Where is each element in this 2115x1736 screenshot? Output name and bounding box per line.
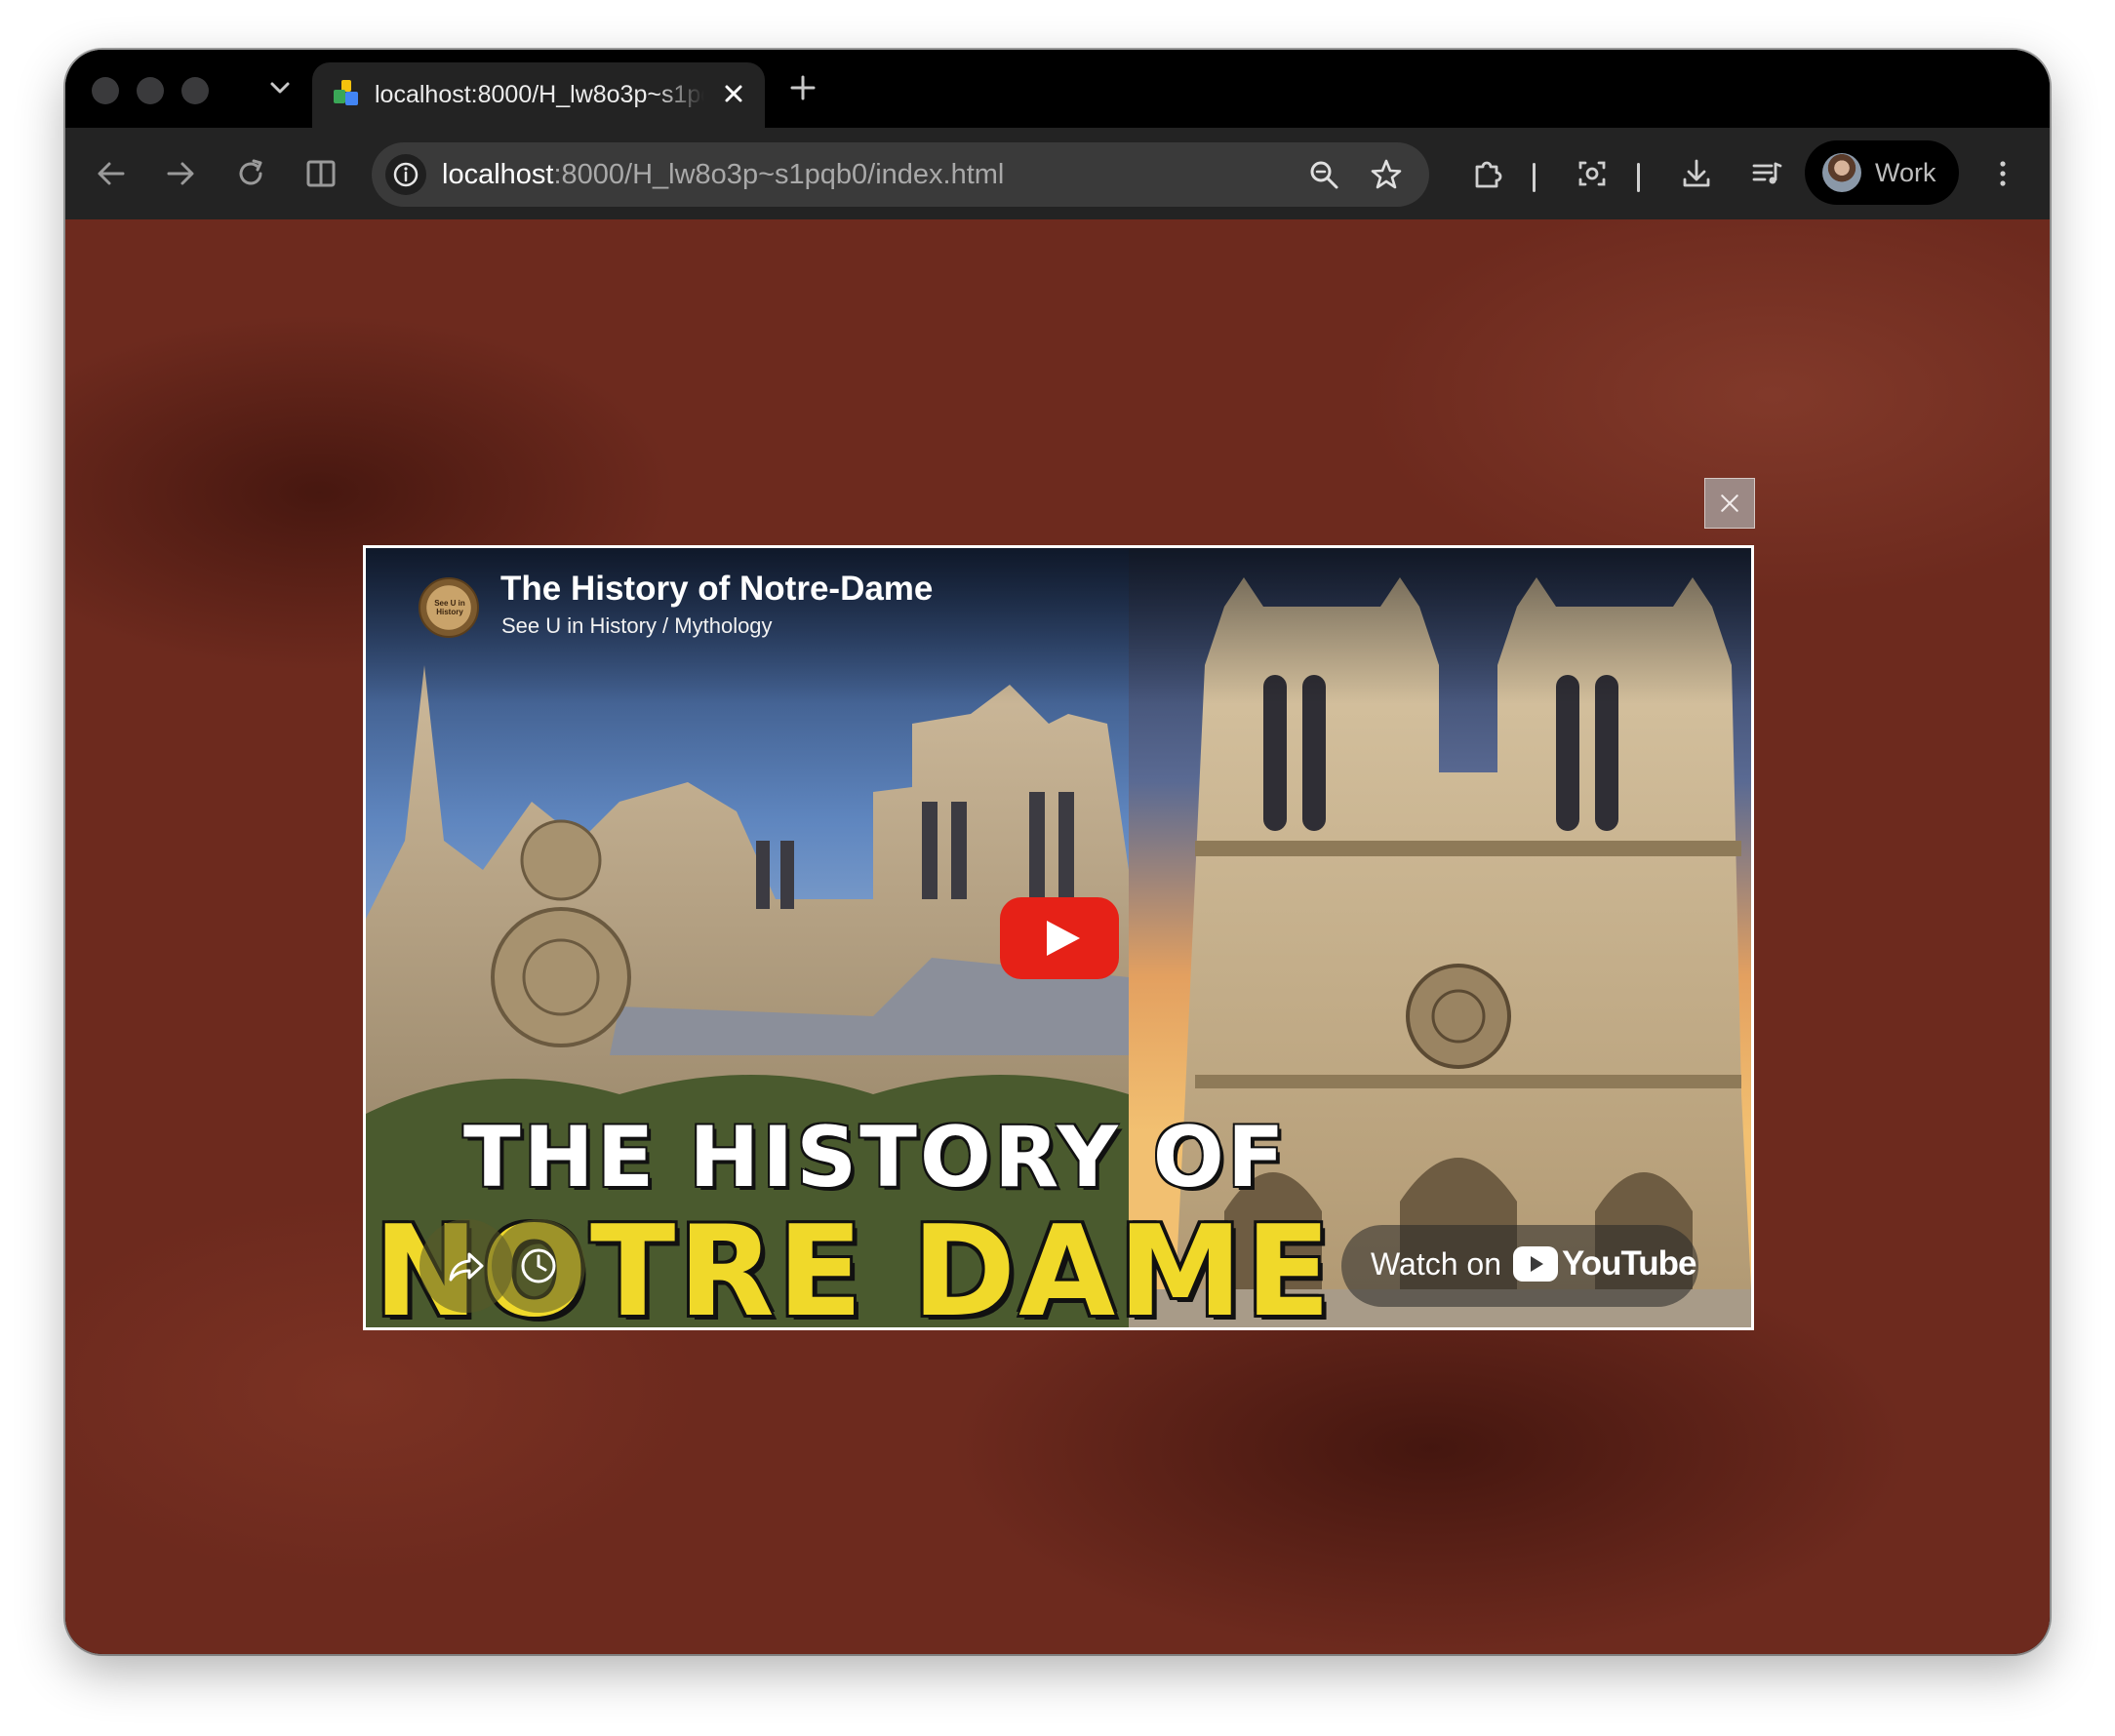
watch-on-label: Watch on xyxy=(1371,1246,1501,1282)
active-tab[interactable]: localhost:8000/H_lw8o3p~s1pqb0/index.htm… xyxy=(312,62,765,128)
site-info-button[interactable] xyxy=(385,154,426,195)
tab-strip: localhost:8000/H_lw8o3p~s1pqb0/index.htm… xyxy=(65,50,2050,128)
media-queue-icon[interactable] xyxy=(1743,150,1790,197)
reload-icon[interactable] xyxy=(227,150,274,197)
forward-icon[interactable] xyxy=(157,150,204,197)
thumbnail-headline-line1: THE HISTORY OF xyxy=(463,1109,1288,1206)
new-tab-plus-icon[interactable] xyxy=(782,67,823,108)
video-embed[interactable]: See U in History The History of Notre-Da… xyxy=(363,545,1754,1330)
address-url[interactable]: localhost:8000/H_lw8o3p~s1pqb0/index.htm… xyxy=(442,159,1004,191)
toolbar-separator xyxy=(1533,163,1536,192)
modal-close-button[interactable] xyxy=(1704,478,1755,529)
tab-close-icon[interactable] xyxy=(718,78,749,109)
watch-later-button[interactable] xyxy=(492,1219,585,1313)
bookmark-star-icon[interactable] xyxy=(1363,151,1410,198)
channel-avatar-text: See U in History xyxy=(434,599,465,616)
youtube-logo-icon xyxy=(1513,1246,1558,1282)
address-bar[interactable]: localhost:8000/H_lw8o3p~s1pqb0/index.htm… xyxy=(372,142,1429,207)
window-minimize-dot[interactable] xyxy=(137,77,164,104)
tab-search-chevron-icon[interactable] xyxy=(259,67,301,110)
toolbar-separator xyxy=(1637,163,1640,192)
url-host: localhost xyxy=(442,159,554,190)
split-view-icon[interactable] xyxy=(298,150,344,197)
browser-toolbar: localhost:8000/H_lw8o3p~s1pqb0/index.htm… xyxy=(65,128,2050,219)
clock-icon xyxy=(521,1248,556,1283)
video-title[interactable]: The History of Notre-Dame xyxy=(500,570,933,609)
download-icon[interactable] xyxy=(1673,150,1720,197)
site-info-icon xyxy=(393,162,419,187)
tab-title: localhost:8000/H_lw8o3p~s1pqb0/index.htm… xyxy=(375,81,704,108)
profile-label: Work xyxy=(1875,158,1936,187)
page-background: See U in History The History of Notre-Da… xyxy=(65,219,2050,1654)
profile-button[interactable]: Work xyxy=(1805,140,1959,205)
zoom-icon[interactable] xyxy=(1300,151,1347,198)
profile-avatar xyxy=(1822,153,1861,192)
window-zoom-dot[interactable] xyxy=(181,77,209,104)
extensions-icon[interactable] xyxy=(1464,150,1511,197)
browser-window: localhost:8000/H_lw8o3p~s1pqb0/index.htm… xyxy=(65,50,2050,1654)
play-button-icon[interactable] xyxy=(1000,897,1119,979)
tab-favicon-icon xyxy=(334,80,358,105)
watch-on-youtube-button[interactable]: Watch on YouTube xyxy=(1341,1225,1698,1307)
youtube-wordmark: YouTube xyxy=(1562,1244,1697,1282)
share-icon xyxy=(449,1252,484,1282)
channel-avatar[interactable]: See U in History xyxy=(419,577,479,638)
screenshot-icon[interactable] xyxy=(1569,150,1616,197)
url-path: :8000/H_lw8o3p~s1pqb0/index.html xyxy=(553,159,1005,190)
back-icon[interactable] xyxy=(88,150,135,197)
close-icon xyxy=(1721,494,1738,512)
window-close-dot[interactable] xyxy=(92,77,119,104)
video-channel-name[interactable]: See U in History / Mythology xyxy=(501,613,773,639)
more-menu-icon[interactable] xyxy=(1979,150,2026,197)
